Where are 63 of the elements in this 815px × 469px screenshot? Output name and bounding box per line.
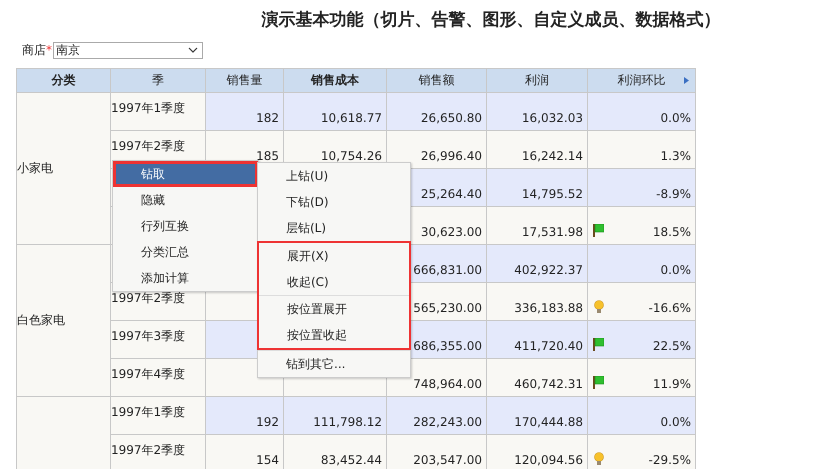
value-cell: 460,742.31 (486, 358, 588, 396)
menu-item[interactable]: 分类汇总 (113, 239, 258, 265)
lightbulb-icon (594, 300, 604, 314)
value-cell: 111,798.12 (284, 396, 386, 434)
value-cell: 0.0% (588, 396, 696, 434)
value-cell: -8.9% (588, 168, 696, 206)
value-cell: 26,996.40 (386, 130, 486, 168)
value-cell: 411,720.40 (486, 320, 588, 358)
value-cell: 336,183.88 (486, 282, 588, 320)
value-cell: 120,094.56 (486, 434, 588, 469)
value-cell: 83,452.44 (284, 434, 386, 469)
value-cell: 10,618.77 (284, 92, 386, 130)
category-cell: 小家电 (17, 161, 53, 175)
flag-icon (593, 376, 604, 389)
value-cell: -29.5% (588, 434, 696, 469)
column-header[interactable]: 利润 (486, 68, 588, 92)
triangle-right-icon (684, 77, 689, 84)
value-cell: 402,922.37 (486, 244, 588, 282)
category-cell: 白色家电 (17, 313, 65, 327)
column-header[interactable]: 销售成本 (284, 68, 386, 92)
required-mark: * (46, 43, 52, 57)
value-cell: 282,243.00 (386, 396, 486, 434)
quarter-cell: 1997年2季度 (111, 443, 186, 457)
quarter-cell: 1997年2季度 (111, 291, 186, 305)
menu-item[interactable]: 钻取 (113, 161, 258, 187)
quarter-cell: 1997年4季度 (111, 367, 186, 381)
menu-item[interactable]: 隐藏 (113, 187, 258, 213)
value-cell: 154 (206, 434, 284, 469)
flag-icon (593, 338, 604, 351)
column-header[interactable]: 季 (110, 68, 206, 92)
value-cell: 26,650.80 (386, 92, 486, 130)
value-cell: 0.0% (588, 92, 696, 130)
store-select[interactable]: 南京 (53, 42, 203, 58)
value-cell: 16,242.14 (486, 130, 588, 168)
menu-item[interactable]: 行列互换 (113, 213, 258, 239)
quarter-cell: 1997年3季度 (111, 329, 186, 343)
value-cell: -16.6% (588, 282, 696, 320)
quarter-cell: 1997年1季度 (111, 405, 186, 419)
column-header[interactable]: 利润环比 (588, 68, 696, 92)
value-cell: 16,032.03 (486, 92, 588, 130)
value-cell: 1.3% (588, 130, 696, 168)
column-header[interactable]: 销售量 (206, 68, 284, 92)
column-header[interactable]: 分类 (16, 68, 110, 92)
filter-label: 商店 (22, 42, 46, 58)
value-cell: 22.5% (588, 320, 696, 358)
quarter-cell: 1997年1季度 (111, 101, 186, 115)
lightbulb-icon (594, 452, 604, 466)
value-cell: 170,444.88 (486, 396, 588, 434)
menu-item[interactable]: 钻到其它... (258, 351, 410, 377)
chevron-down-icon (188, 47, 198, 53)
value-cell: 182 (206, 92, 284, 130)
value-cell: 17,531.98 (486, 206, 588, 244)
menu-item[interactable]: 添加计算 (113, 265, 258, 291)
value-cell: 11.9% (588, 358, 696, 396)
value-cell: 18.5% (588, 206, 696, 244)
quarter-cell: 1997年2季度 (111, 139, 186, 153)
column-header[interactable]: 销售额 (386, 68, 486, 92)
value-cell: 0.0% (588, 244, 696, 282)
report-title: 演示基本功能（切片、告警、图形、自定义成员、数据格式） (260, 9, 722, 32)
value-cell: 14,795.52 (486, 168, 588, 206)
flag-icon (593, 224, 604, 237)
value-cell: 192 (206, 396, 284, 434)
value-cell: 203,547.00 (386, 434, 486, 469)
